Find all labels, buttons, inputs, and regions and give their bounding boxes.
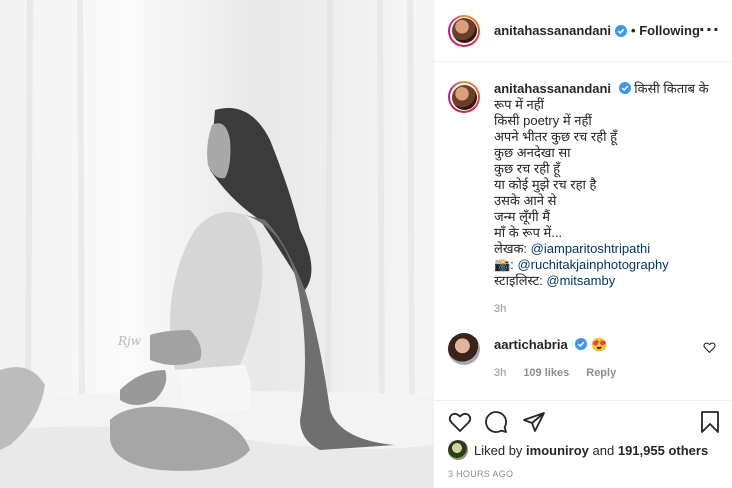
caption-line-3: अपने भीतर कुछ रच रही हूँ — [494, 129, 617, 144]
likes-count[interactable]: 191,955 others — [618, 443, 708, 458]
stylist-mention-link[interactable]: @mitsamby — [546, 273, 615, 288]
author-avatar[interactable] — [448, 14, 480, 47]
liker-username[interactable]: imouniroy — [526, 443, 589, 458]
bookmark-icon[interactable] — [698, 410, 722, 434]
caption-line-4: कुछ अनदेखा सा — [494, 145, 571, 160]
caption-line-2: किसी poetry में नहीं — [494, 113, 592, 128]
svg-text:Rjw: Rjw — [117, 334, 142, 348]
likes-summary: Liked by imouniroy and 191,955 others — [448, 440, 708, 460]
post-photo[interactable]: Rjw — [0, 0, 433, 488]
comment-like-heart-icon[interactable] — [703, 341, 716, 354]
like-heart-icon[interactable] — [448, 410, 472, 434]
comments-section: anitahassanandani किसी किताब के रूप में … — [434, 63, 732, 399]
commenter-avatar[interactable] — [448, 333, 480, 365]
caption-line-1: रूप में नहीं — [494, 97, 544, 112]
caption-line-6: या कोई मुझे रच रहा है — [494, 177, 597, 192]
photo-illustration: Rjw — [0, 0, 433, 488]
verified-badge-icon — [618, 82, 631, 94]
stylist-label: स्टाइलिस्ट: — [494, 273, 543, 288]
caption-line-8: जन्म लूँगी मैं — [494, 209, 551, 224]
caption-line-0: किसी किताब के — [634, 81, 709, 96]
caption: anitahassanandani किसी किताब के रूप में … — [448, 81, 718, 317]
following-label: Following — [639, 23, 700, 38]
post-sidebar: anitahassanandani • Following ··· anitah… — [433, 0, 732, 488]
photographer-mention-link[interactable]: @ruchitakjainphotography — [517, 257, 668, 272]
reply-button[interactable]: Reply — [586, 367, 616, 379]
action-bar — [434, 400, 732, 440]
separator: • — [631, 23, 636, 38]
post-timestamp[interactable]: 3 HOURS AGO — [448, 469, 513, 479]
more-dots-icon[interactable]: ··· — [699, 22, 720, 38]
liker-avatar[interactable] — [448, 440, 468, 460]
comment-likes[interactable]: 109 likes — [523, 367, 569, 379]
comment-item: aartichabria 😍 3h 109 likes Reply — [448, 333, 718, 379]
comment-meta: 3h 109 likes Reply — [494, 367, 630, 379]
share-icon[interactable] — [522, 410, 546, 434]
commenter-username[interactable]: aartichabria — [494, 337, 568, 352]
follow-status[interactable]: • Following — [631, 23, 700, 38]
caption-line-5: कुछ रच रही हूँ — [494, 161, 560, 176]
caption-line-7: उसके आने से — [494, 193, 557, 208]
author-username[interactable]: anitahassanandani — [494, 23, 611, 38]
camera-emoji: 📸: — [494, 257, 514, 272]
comment-emoji: 😍 — [590, 337, 608, 352]
liked-by-prefix: Liked by — [474, 442, 523, 458]
writer-mention-link[interactable]: @iamparitoshtripathi — [531, 241, 650, 256]
comment-body: aartichabria 😍 3h 109 likes Reply — [494, 333, 630, 379]
writer-label: लेखक: — [494, 241, 528, 256]
caption-line-9: माँ के रूप में... — [494, 225, 563, 240]
caption-text: anitahassanandani किसी किताब के रूप में … — [494, 81, 710, 317]
likes-and: and — [592, 442, 615, 458]
post-header: anitahassanandani • Following ··· — [434, 0, 732, 62]
verified-badge-icon — [575, 338, 588, 350]
verified-badge-icon — [615, 24, 628, 37]
caption-time[interactable]: 3h — [494, 301, 710, 317]
comment-time[interactable]: 3h — [494, 367, 506, 379]
caption-avatar[interactable] — [448, 81, 480, 113]
comment-icon[interactable] — [484, 410, 508, 434]
caption-username[interactable]: anitahassanandani — [494, 81, 611, 96]
author-avatar-image — [451, 18, 477, 43]
